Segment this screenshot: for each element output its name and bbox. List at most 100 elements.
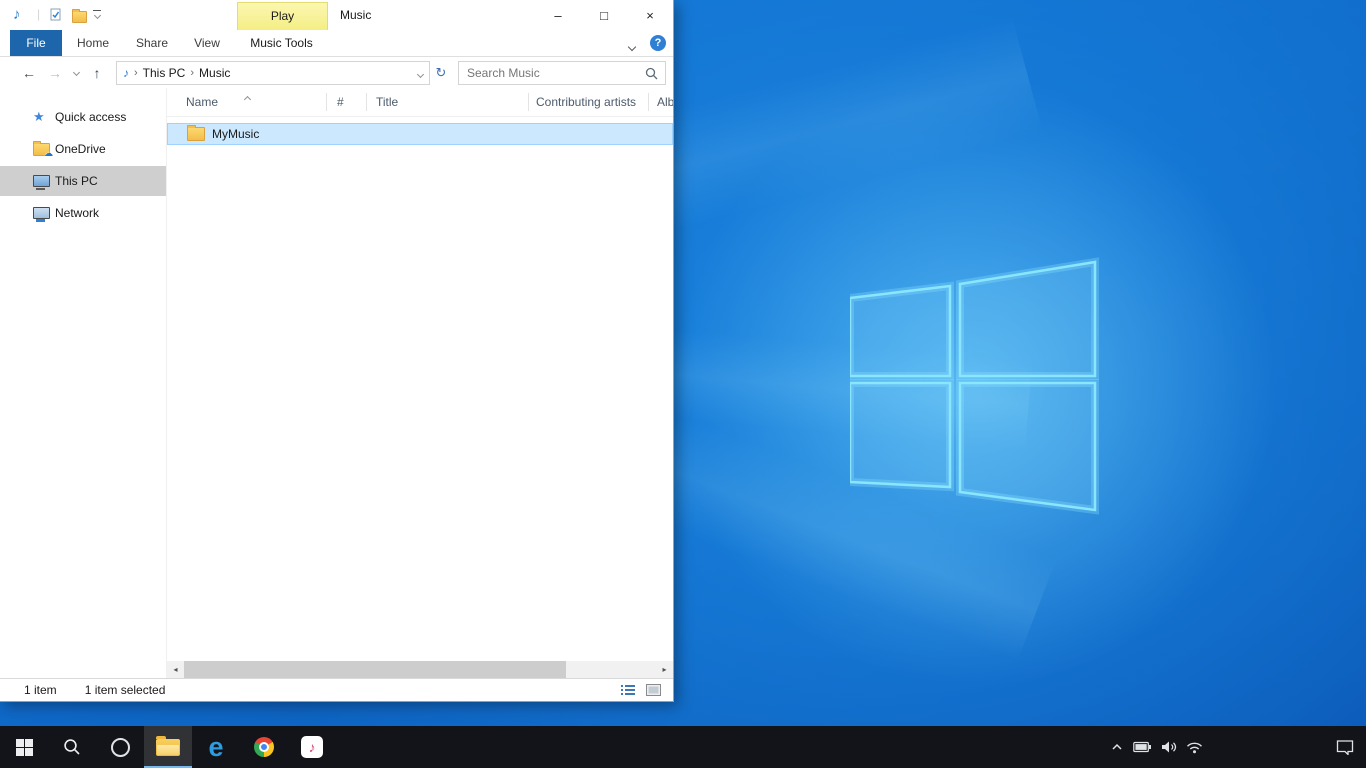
sort-ascending-icon [245, 91, 250, 105]
view-toggle-buttons [618, 681, 663, 699]
quick-access-star-icon [33, 109, 45, 125]
address-dropdown-chevron-icon[interactable] [418, 66, 423, 80]
help-button[interactable]: ? [650, 35, 666, 51]
folder-icon [187, 127, 205, 141]
search-icon [645, 67, 658, 80]
breadcrumb-this-pc[interactable]: This PC [143, 66, 186, 80]
column-separator[interactable] [528, 93, 529, 111]
item-count: 1 item [24, 683, 57, 697]
start-button[interactable] [0, 726, 48, 768]
column-header-title[interactable]: Title [376, 95, 398, 109]
ribbon-tab-view[interactable]: View [184, 30, 230, 56]
sidebar-item-label: This PC [55, 174, 98, 188]
column-header-album[interactable]: Alb [657, 95, 673, 109]
sidebar-item-this-pc[interactable]: This PC [0, 166, 166, 196]
search-icon [63, 738, 81, 756]
up-button[interactable] [84, 65, 110, 81]
sidebar-item-onedrive[interactable]: OneDrive [0, 134, 166, 164]
file-row-mymusic[interactable]: MyMusic [167, 123, 673, 145]
network-icon [33, 207, 50, 219]
ribbon-tab-row: File Home Share View Music Tools ? [0, 30, 673, 57]
sidebar-item-label: OneDrive [55, 142, 106, 156]
this-pc-icon [33, 175, 50, 187]
file-explorer-window: Play Music – □ × File Home Share View Mu… [0, 0, 674, 702]
windows-logo-wallpaper [850, 256, 1100, 516]
column-header-contributing-artists[interactable]: Contributing artists [536, 95, 636, 109]
taskbar-music-app-button[interactable] [288, 726, 336, 768]
expand-ribbon-chevron-icon[interactable] [629, 39, 635, 53]
back-button[interactable] [16, 65, 42, 81]
status-bar: 1 item 1 item selected [0, 678, 673, 701]
horizontal-scrollbar[interactable] [167, 661, 673, 678]
onedrive-folder-icon [33, 143, 50, 156]
music-app-icon [301, 736, 323, 758]
windows-start-icon [16, 739, 33, 756]
recent-locations-chevron-icon[interactable] [68, 70, 84, 75]
music-folder-icon [123, 66, 129, 80]
taskbar-file-explorer-button[interactable] [144, 726, 192, 768]
column-separator[interactable] [648, 93, 649, 111]
column-header-name[interactable]: Name [186, 95, 218, 109]
qat-customize-chevron-icon[interactable] [93, 10, 101, 19]
ribbon-tab-file[interactable]: File [10, 30, 62, 56]
large-icons-view-icon [646, 684, 661, 696]
app-music-note-icon[interactable] [13, 6, 21, 23]
volume-icon[interactable] [1161, 740, 1177, 754]
column-separator[interactable] [366, 93, 367, 111]
sidebar-item-network[interactable]: Network [0, 198, 166, 228]
column-header-number[interactable]: # [337, 95, 344, 109]
file-rows: MyMusic [167, 123, 673, 145]
action-center-button[interactable] [1336, 726, 1354, 768]
sidebar-item-quick-access[interactable]: Quick access [0, 102, 166, 132]
show-hidden-icons-chevron-icon[interactable] [1110, 741, 1124, 753]
titlebar: Play Music – □ × [0, 0, 673, 30]
breadcrumb-music[interactable]: Music [199, 66, 230, 80]
maximize-button[interactable]: □ [581, 0, 627, 30]
taskbar-chrome-button[interactable] [240, 726, 288, 768]
column-header-row: Name # Title Contributing artists Alb [167, 88, 673, 117]
navigation-bar: › This PC › Music [0, 57, 673, 88]
forward-button[interactable] [42, 65, 68, 81]
large-icons-view-button[interactable] [643, 681, 663, 699]
scroll-right-arrow-icon[interactable] [656, 661, 673, 678]
taskbar-search-button[interactable] [48, 726, 96, 768]
ribbon-tab-share[interactable]: Share [124, 30, 180, 56]
refresh-icon[interactable] [432, 65, 450, 81]
qat-properties-icon[interactable] [50, 8, 62, 21]
scroll-left-arrow-icon[interactable] [167, 661, 184, 678]
file-name: MyMusic [212, 127, 259, 141]
scrollbar-thumb[interactable] [184, 661, 566, 678]
column-separator[interactable] [326, 93, 327, 111]
close-button[interactable]: × [627, 0, 673, 30]
titlebar-separator [37, 7, 40, 21]
system-tray [1110, 726, 1203, 768]
address-bar[interactable]: › This PC › Music [116, 61, 430, 85]
ribbon-contextual-group-label[interactable]: Music Tools [237, 30, 326, 56]
details-view-button[interactable] [618, 681, 638, 699]
search-box[interactable] [458, 61, 666, 85]
selection-count: 1 item selected [85, 683, 166, 697]
minimize-button[interactable]: – [535, 0, 581, 30]
window-body: Quick access OneDrive This PC Network Na… [0, 88, 673, 678]
search-input[interactable] [459, 62, 647, 84]
cortana-circle-icon [111, 738, 130, 757]
edge-browser-icon [208, 734, 223, 761]
file-list-pane: Name # Title Contributing artists Alb My… [166, 88, 673, 678]
breadcrumb-chevron-icon: › [134, 67, 138, 79]
music-tools-play-tab[interactable]: Play [237, 2, 328, 30]
details-view-icon [621, 684, 635, 696]
sidebar-item-label: Network [55, 206, 99, 220]
caption-buttons: – □ × [535, 0, 673, 30]
battery-icon[interactable] [1133, 741, 1152, 753]
qat-new-folder-icon[interactable] [72, 11, 87, 23]
breadcrumb-chevron-icon: › [190, 67, 194, 79]
file-explorer-folder-icon [156, 739, 180, 756]
desktop-root: { "titlebar": { "window_title": "Music",… [0, 0, 1366, 768]
network-wifi-icon[interactable] [1186, 741, 1203, 754]
cortana-button[interactable] [96, 726, 144, 768]
taskbar [0, 726, 1366, 768]
ribbon-tab-home[interactable]: Home [66, 30, 120, 56]
taskbar-edge-button[interactable] [192, 726, 240, 768]
navigation-pane: Quick access OneDrive This PC Network [0, 88, 166, 678]
window-title: Music [340, 0, 371, 30]
